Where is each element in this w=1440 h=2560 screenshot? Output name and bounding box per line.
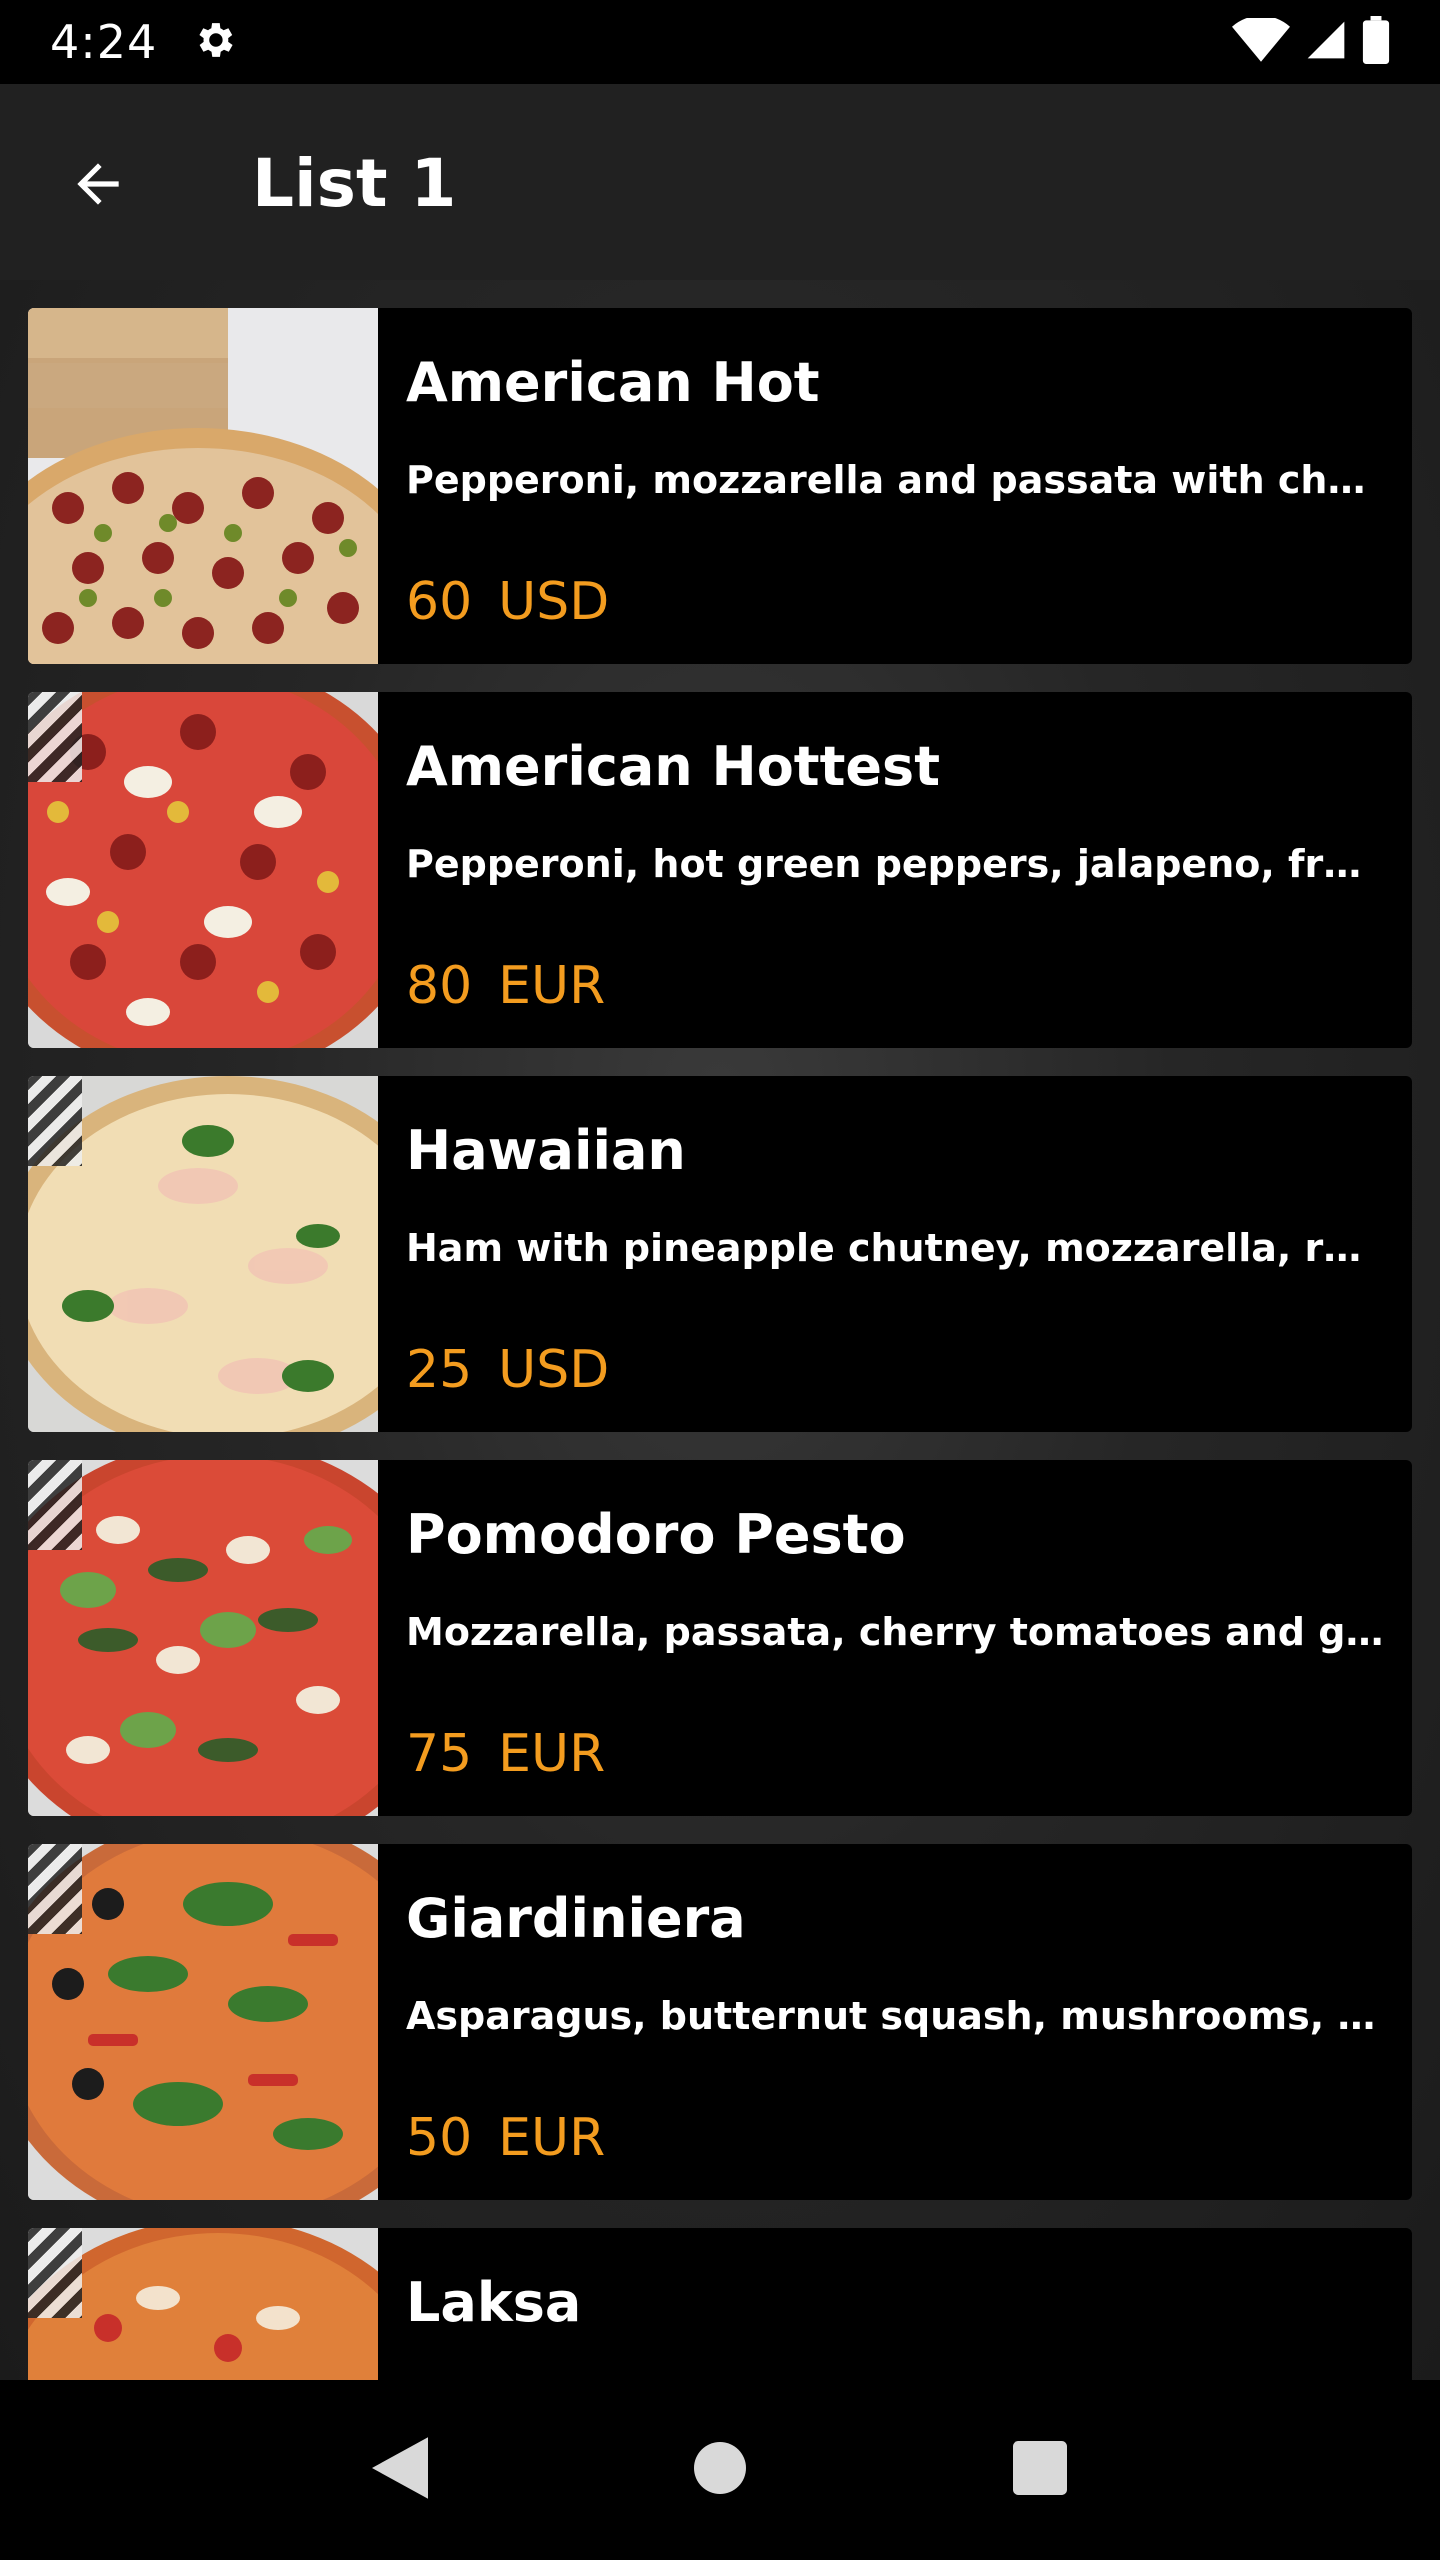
item-price: 25 USD — [406, 1338, 609, 1402]
nav-back-button[interactable] — [355, 2425, 445, 2515]
item-description: Mozzarella, passata, cherry tomatoes and… — [406, 1610, 1386, 1654]
list-item[interactable]: American Hottest Pepperoni, hot green pe… — [28, 692, 1412, 1048]
item-title: Laksa — [406, 2271, 582, 2334]
pizza-list: American Hot Pepperoni, mozzarella and p… — [0, 280, 1440, 2380]
item-price: 60 USD — [406, 570, 609, 634]
item-price: 50 EUR — [406, 2106, 605, 2170]
wifi-icon — [1232, 15, 1290, 66]
pizza-image — [28, 1460, 378, 1816]
item-body: Hawaiian Ham with pineapple chutney, moz… — [378, 1076, 1412, 1432]
item-body: American Hot Pepperoni, mozzarella and p… — [378, 308, 1412, 664]
navigation-bar — [0, 2380, 1440, 2560]
stripe-decoration — [28, 692, 82, 782]
status-time: 4:24 — [50, 15, 158, 69]
back-triangle-icon — [372, 2437, 428, 2503]
stripe-decoration — [28, 1076, 82, 1166]
item-title: American Hottest — [406, 735, 941, 798]
stripe-decoration — [28, 1460, 82, 1550]
list-item[interactable]: Pomodoro Pesto Mozzarella, passata, cher… — [28, 1460, 1412, 1816]
item-body: Giardiniera Asparagus, butternut squash,… — [378, 1844, 1412, 2200]
price-value: 80 — [406, 956, 473, 1016]
price-currency: USD — [498, 1340, 610, 1400]
back-button[interactable] — [58, 146, 138, 226]
item-body: Pomodoro Pesto Mozzarella, passata, cher… — [378, 1460, 1412, 1816]
item-description: Asparagus, butternut squash, mushrooms, … — [406, 1994, 1386, 2038]
price-value: 25 — [406, 1340, 473, 1400]
pizza-image — [28, 1076, 378, 1432]
list-item[interactable]: Laksa — [28, 2228, 1412, 2380]
pizza-image — [28, 2228, 378, 2380]
item-title: Giardiniera — [406, 1887, 746, 1950]
price-currency: EUR — [498, 1724, 606, 1784]
app-bar: List 1 — [0, 84, 1440, 280]
status-bar: 4:24 — [0, 0, 1440, 84]
pizza-image — [28, 692, 378, 1048]
item-description: Pepperoni, mozzarella and passata with c… — [406, 458, 1386, 502]
list-item[interactable]: American Hot Pepperoni, mozzarella and p… — [28, 308, 1412, 664]
settings-icon — [191, 17, 237, 67]
list-item[interactable]: Hawaiian Ham with pineapple chutney, moz… — [28, 1076, 1412, 1432]
pizza-image — [28, 1844, 378, 2200]
price-currency: EUR — [498, 2108, 606, 2168]
item-description: Pepperoni, hot green peppers, jalapeno, … — [406, 842, 1386, 886]
page-title: List 1 — [252, 145, 457, 222]
price-currency: EUR — [498, 956, 606, 1016]
home-circle-icon — [694, 2442, 746, 2498]
item-price: 80 EUR — [406, 954, 605, 1018]
item-price: 75 EUR — [406, 1722, 605, 1786]
price-currency: USD — [498, 572, 610, 632]
battery-icon — [1362, 16, 1390, 68]
item-title: Pomodoro Pesto — [406, 1503, 906, 1566]
arrow-back-icon — [67, 153, 129, 219]
pizza-image — [28, 308, 378, 664]
list-item[interactable]: Giardiniera Asparagus, butternut squash,… — [28, 1844, 1412, 2200]
item-title: Hawaiian — [406, 1119, 686, 1182]
item-body: Laksa — [378, 2228, 1412, 2380]
stripe-decoration — [28, 1844, 82, 1934]
stripe-decoration — [28, 2228, 82, 2318]
price-value: 50 — [406, 2108, 473, 2168]
signal-icon — [1304, 18, 1348, 66]
nav-home-button[interactable] — [675, 2425, 765, 2515]
nav-recents-button[interactable] — [995, 2425, 1085, 2515]
recents-square-icon — [1013, 2441, 1067, 2499]
price-value: 75 — [406, 1724, 473, 1784]
item-title: American Hot — [406, 351, 820, 414]
item-body: American Hottest Pepperoni, hot green pe… — [378, 692, 1412, 1048]
price-value: 60 — [406, 572, 473, 632]
item-description: Ham with pineapple chutney, mozzarella, … — [406, 1226, 1386, 1270]
